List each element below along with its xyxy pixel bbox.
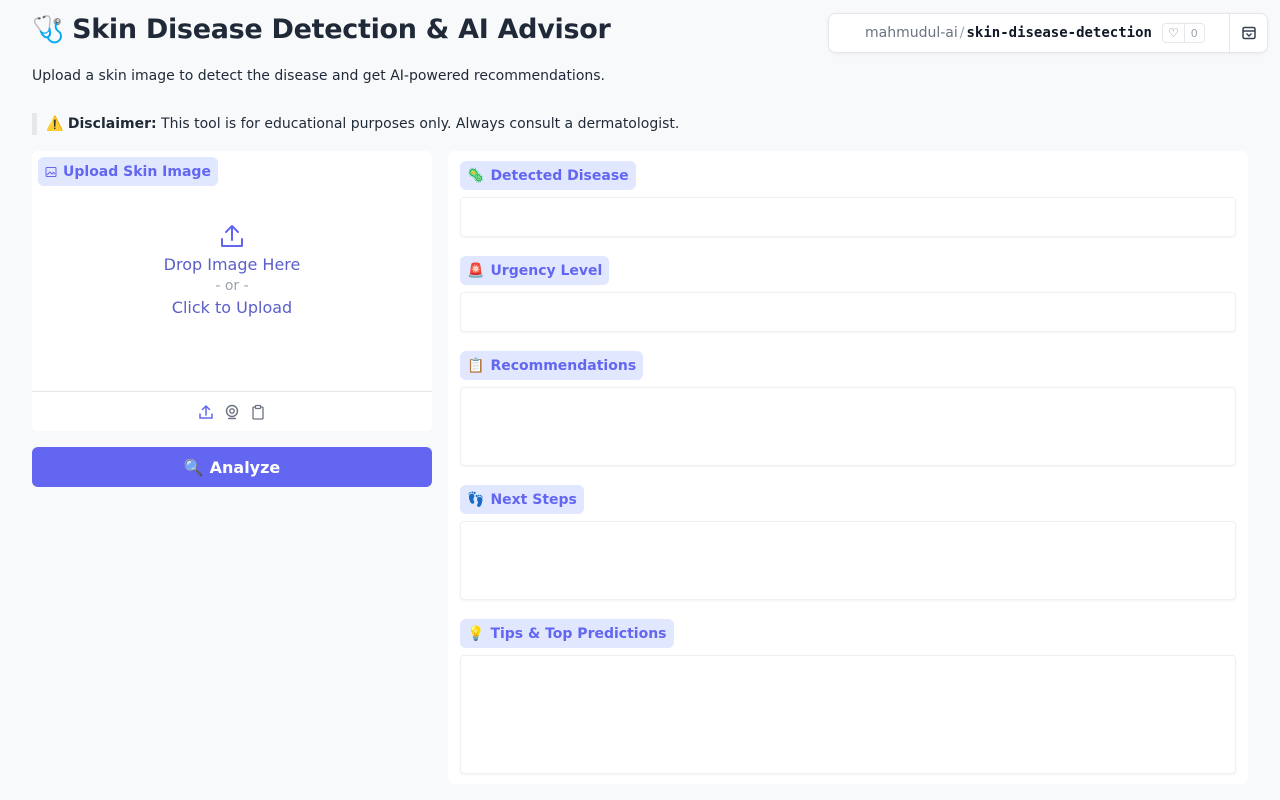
image-dropzone[interactable]: Drop Image Here - or - Click to Upload: [32, 151, 432, 391]
tips-label: 💡 Tips & Top Predictions: [460, 619, 674, 648]
space-path-separator: /: [959, 25, 965, 41]
image-source-bar: [32, 391, 432, 431]
drop-image-text: Drop Image Here: [163, 255, 301, 274]
detected-disease-label: 🦠 Detected Disease: [460, 161, 636, 190]
like-button[interactable]: ♡ 0: [1161, 23, 1205, 43]
recommendations-label-text: Recommendations: [490, 357, 637, 374]
stethoscope-icon: 🩺: [32, 14, 65, 45]
next-steps-label-text: Next Steps: [490, 491, 577, 508]
clipboard-icon: [252, 404, 264, 420]
urgency-level-label-text: Urgency Level: [490, 262, 603, 279]
page-subtitle: Upload a skin image to detect the diseas…: [32, 68, 606, 84]
urgency-level-label: 🚨 Urgency Level: [460, 256, 610, 285]
clipboard-emoji-icon: 📋: [467, 357, 485, 374]
microbe-icon: 🦠: [467, 167, 485, 184]
upload-label: Upload Skin Image: [38, 157, 218, 186]
recommendations-label: 📋 Recommendations: [460, 351, 644, 380]
collapse-icon: [1241, 26, 1256, 40]
webcam-icon: [225, 404, 239, 419]
space-owner-link[interactable]: mahmudul-ai: [865, 25, 958, 41]
tips-output[interactable]: [460, 655, 1236, 774]
or-separator: - or -: [215, 278, 249, 294]
upload-small-icon: [199, 404, 213, 419]
next-steps-output[interactable]: [460, 521, 1236, 600]
page-title-text: Skin Disease Detection & AI Advisor: [72, 14, 611, 45]
siren-icon: 🚨: [467, 262, 485, 279]
magnifier-icon: 🔍: [183, 457, 204, 477]
lightbulb-icon: 💡: [467, 625, 485, 642]
next-steps-label: 👣 Next Steps: [460, 485, 584, 514]
page-title: 🩺 Skin Disease Detection & AI Advisor: [32, 14, 611, 45]
upload-icon: [221, 225, 243, 247]
upload-panel: Drop Image Here - or - Click to Upload U…: [32, 151, 432, 431]
results-panel: 🦠 Detected Disease 🚨 Urgency Level 📋 Rec…: [448, 151, 1248, 784]
detected-disease-label-text: Detected Disease: [490, 167, 629, 184]
heart-icon: ♡: [1163, 24, 1185, 42]
disclaimer-text: This tool is for educational purposes on…: [156, 116, 680, 132]
collapse-header-button[interactable]: [1229, 14, 1267, 52]
space-badge: mahmudul-ai / skin-disease-detection ♡ 0: [828, 13, 1268, 53]
warning-icon: ⚠️: [46, 116, 64, 132]
space-repo-link[interactable]: skin-disease-detection: [967, 25, 1152, 41]
tips-label-text: Tips & Top Predictions: [490, 625, 667, 642]
analyze-button[interactable]: 🔍 Analyze: [32, 447, 432, 487]
disclaimer-label: Disclaimer:: [67, 116, 157, 132]
clipboard-source-button[interactable]: [250, 404, 266, 420]
click-to-upload-text: Click to Upload: [171, 298, 293, 317]
like-count: 0: [1190, 26, 1198, 40]
webcam-source-button[interactable]: [224, 404, 240, 420]
urgency-level-output[interactable]: [460, 292, 1236, 332]
upload-source-button[interactable]: [198, 404, 214, 420]
disclaimer: ⚠️ Disclaimer: This tool is for educatio…: [32, 113, 679, 135]
analyze-button-label: Analyze: [209, 457, 281, 477]
footprints-icon: 👣: [467, 491, 485, 508]
recommendations-output[interactable]: [460, 387, 1236, 466]
detected-disease-output[interactable]: [460, 197, 1236, 237]
upload-label-text: Upload Skin Image: [63, 163, 211, 180]
image-icon: [45, 166, 57, 177]
